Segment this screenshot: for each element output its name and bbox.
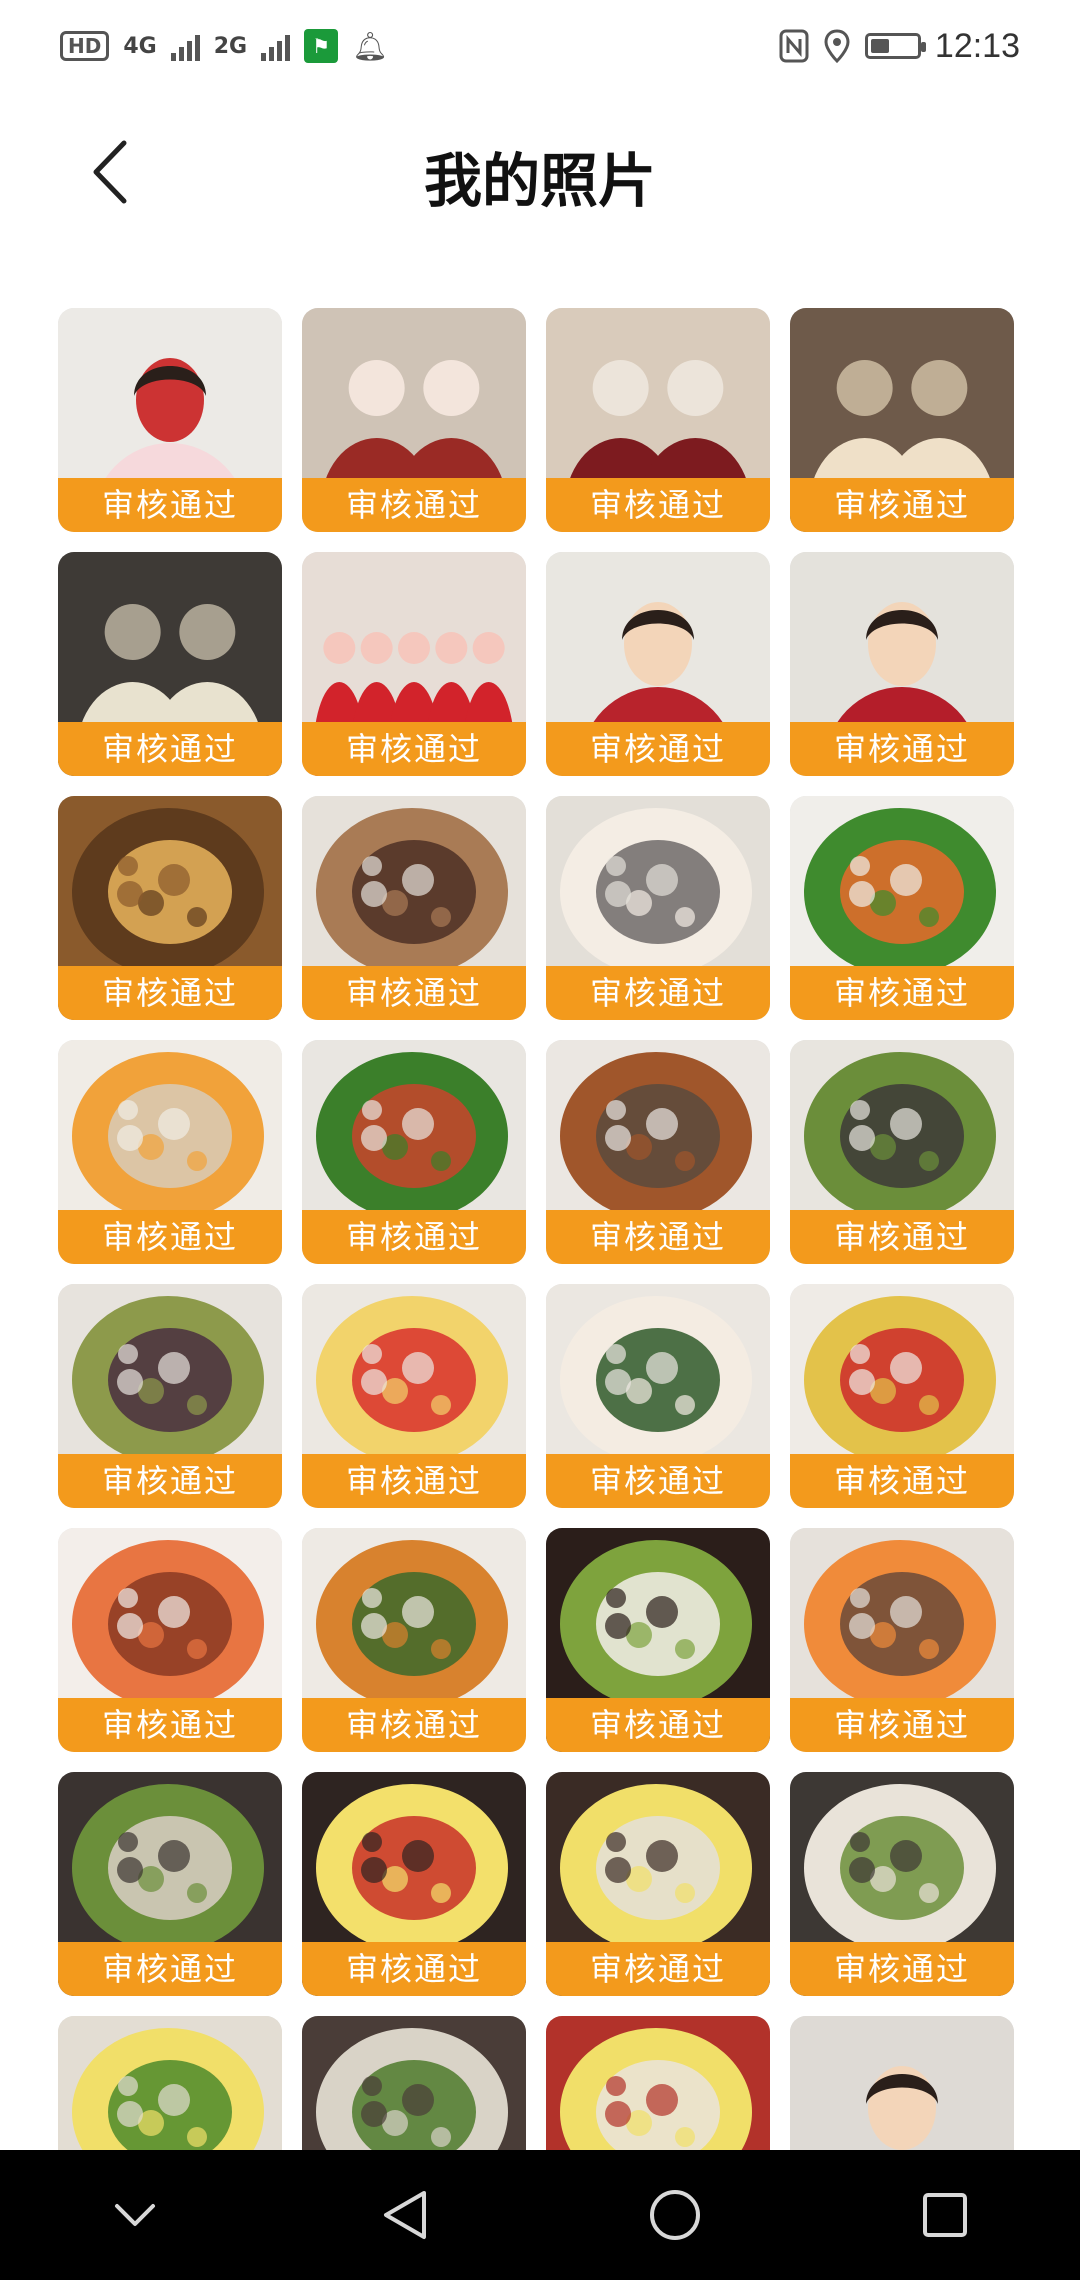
review-status-badge: 审核通过 bbox=[58, 966, 282, 1020]
photo-tile[interactable]: 审核通过 bbox=[302, 1528, 526, 1752]
page-title: 我的照片 bbox=[423, 147, 656, 215]
review-status-badge: 审核通过 bbox=[546, 1210, 770, 1264]
photo-tile[interactable]: 审核通过 bbox=[302, 1040, 526, 1264]
review-status-badge: 审核通过 bbox=[58, 1698, 282, 1752]
review-status-badge: 审核通过 bbox=[58, 478, 282, 532]
review-status-badge: 审核通过 bbox=[790, 1454, 1014, 1508]
hd-icon: HD bbox=[60, 31, 110, 61]
review-status-badge: 审核通过 bbox=[790, 722, 1014, 776]
photo-tile[interactable]: 审核通过 bbox=[58, 1284, 282, 1508]
review-status-badge: 审核通过 bbox=[546, 722, 770, 776]
photo-tile[interactable]: 审核通过 bbox=[302, 308, 526, 532]
photo-tile[interactable]: 审核通过 bbox=[302, 1284, 526, 1508]
review-status-badge: 审核通过 bbox=[302, 722, 526, 776]
photo-tile[interactable]: 审核通过 bbox=[546, 552, 770, 776]
review-status-badge: 审核通过 bbox=[546, 1698, 770, 1752]
nav-recents-button[interactable] bbox=[900, 2170, 990, 2260]
photo-tile[interactable]: 审核通过 bbox=[58, 1040, 282, 1264]
photo-tile[interactable]: 审核通过 bbox=[58, 308, 282, 532]
photo-tile[interactable]: 审核通过 bbox=[790, 1528, 1014, 1752]
photo-tile[interactable]: 审核通过 bbox=[302, 552, 526, 776]
photo-tile[interactable]: 审核通过 bbox=[546, 1528, 770, 1752]
back-triangle-icon bbox=[384, 2191, 426, 2239]
battery-icon bbox=[864, 33, 926, 59]
review-status-badge: 审核通过 bbox=[302, 1942, 526, 1996]
photo-tile[interactable]: 审核通过 bbox=[58, 552, 282, 776]
review-status-badge: 审核通过 bbox=[302, 1454, 526, 1508]
photo-tile[interactable]: 审核通过 bbox=[302, 796, 526, 1020]
status-bar: HD 4G 2G ⚑ 🔔︎ 12:13 bbox=[0, 0, 1080, 92]
review-status-badge: 审核通过 bbox=[302, 966, 526, 1020]
photo-tile[interactable]: 审核通过 bbox=[546, 1284, 770, 1508]
location-icon bbox=[824, 29, 850, 63]
review-status-badge: 审核通过 bbox=[790, 1942, 1014, 1996]
photo-tile[interactable]: 审核通过 bbox=[546, 796, 770, 1020]
signal-2-icon bbox=[261, 31, 291, 61]
photo-tile[interactable]: 审核通过 bbox=[790, 796, 1014, 1020]
nav-collapse-button[interactable] bbox=[90, 2170, 180, 2260]
clock: 12:13 bbox=[934, 26, 1020, 65]
review-status-badge: 审核通过 bbox=[546, 966, 770, 1020]
status-right: 12:13 bbox=[779, 27, 1020, 66]
photo-tile[interactable]: 审核通过 bbox=[790, 1772, 1014, 1996]
review-status-badge: 审核通过 bbox=[302, 1698, 526, 1752]
nav-home-button[interactable] bbox=[630, 2170, 720, 2260]
network-4g-label: 4G bbox=[123, 33, 157, 59]
review-status-badge: 审核通过 bbox=[546, 478, 770, 532]
nav-back-button[interactable] bbox=[360, 2170, 450, 2260]
header: 我的照片 bbox=[0, 92, 1080, 262]
review-status-badge: 审核通过 bbox=[790, 1698, 1014, 1752]
bell-icon: 🔔︎ bbox=[352, 29, 388, 63]
network-2g-label: 2G bbox=[213, 33, 248, 59]
review-status-badge: 审核通过 bbox=[302, 1210, 526, 1264]
photo-tile[interactable]: 审核通过 bbox=[546, 1772, 770, 1996]
photo-tile[interactable]: 审核通过 bbox=[546, 1040, 770, 1264]
home-circle-icon bbox=[650, 2190, 700, 2240]
recents-square-icon bbox=[923, 2193, 967, 2237]
photo-tile[interactable]: 审核通过 bbox=[790, 1284, 1014, 1508]
system-nav-bar bbox=[0, 2150, 1080, 2280]
review-status-badge: 审核通过 bbox=[790, 1210, 1014, 1264]
status-left: HD 4G 2G ⚑ 🔔︎ bbox=[60, 29, 388, 63]
nfc-icon bbox=[779, 29, 809, 63]
review-status-badge: 审核通过 bbox=[790, 478, 1014, 532]
review-status-badge: 审核通过 bbox=[302, 478, 526, 532]
photo-tile[interactable]: 审核通过 bbox=[302, 1772, 526, 1996]
photo-tile[interactable]: 审核通过 bbox=[58, 796, 282, 1020]
review-status-badge: 审核通过 bbox=[58, 1454, 282, 1508]
chevron-down-icon bbox=[115, 2204, 155, 2226]
photo-tile[interactable]: 审核通过 bbox=[58, 1772, 282, 1996]
review-status-badge: 审核通过 bbox=[546, 1942, 770, 1996]
review-status-badge: 审核通过 bbox=[58, 722, 282, 776]
review-status-badge: 审核通过 bbox=[58, 1942, 282, 1996]
review-status-badge: 审核通过 bbox=[58, 1210, 282, 1264]
signal-icon bbox=[170, 31, 200, 61]
photo-tile[interactable]: 审核通过 bbox=[790, 552, 1014, 776]
photo-tile[interactable]: 审核通过 bbox=[58, 1528, 282, 1752]
app-notification-icon: ⚑ bbox=[304, 29, 339, 63]
photo-tile[interactable]: 审核通过 bbox=[790, 308, 1014, 532]
photo-tile[interactable]: 审核通过 bbox=[790, 1040, 1014, 1264]
photo-page: HD 4G 2G ⚑ 🔔︎ 12:13 我的照片 审核通过 审核通过 审核通过 … bbox=[0, 0, 1080, 2280]
photo-tile[interactable]: 审核通过 bbox=[546, 308, 770, 532]
review-status-badge: 审核通过 bbox=[790, 966, 1014, 1020]
photo-grid: 审核通过 审核通过 审核通过 审核通过 审核通过 审核通过 审核通过 审核通过 审核通过 审核通过… bbox=[58, 308, 1014, 2240]
review-status-badge: 审核通过 bbox=[546, 1454, 770, 1508]
